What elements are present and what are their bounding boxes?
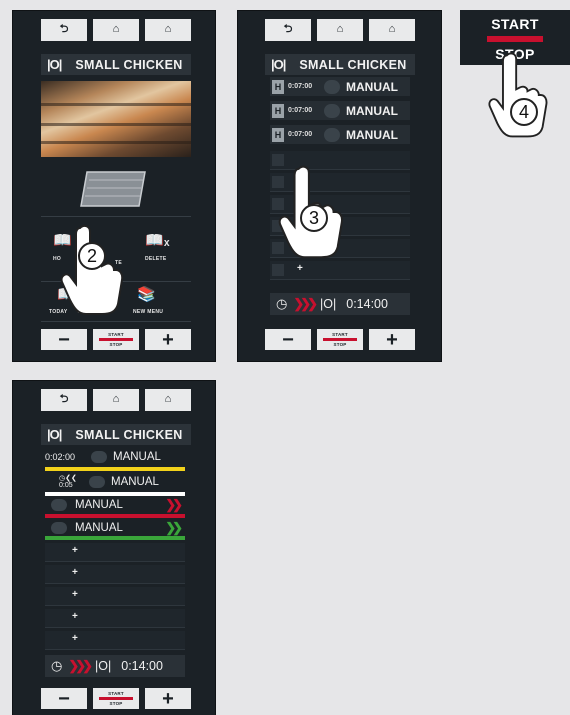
step-status-dot: [91, 450, 107, 463]
up-house-icon: ⌂: [164, 23, 172, 35]
home-button[interactable]: ⌂: [93, 389, 139, 411]
menu-delete[interactable]: 📖ₓ DELETE: [145, 233, 170, 262]
up-house-icon: ⌂: [388, 23, 396, 35]
recipe-title-bar[interactable]: |O| SMALL CHICKEN: [265, 54, 415, 75]
recipe-title-bar[interactable]: |O| SMALL CHICKEN: [41, 424, 191, 445]
step-status-dot: [324, 127, 340, 142]
home-button[interactable]: ⌂: [93, 19, 139, 41]
status-bar: ◷ ❯❯❯ |O| 0:14:00: [270, 293, 410, 315]
progress-line-green: [45, 536, 185, 540]
home-icon: ⌂: [112, 393, 120, 405]
up-house-icon: ⌂: [164, 393, 172, 405]
back-button[interactable]: ⮌: [265, 19, 311, 41]
clock-icon: ◷: [51, 658, 63, 673]
step-status-dot: [51, 498, 67, 511]
start-stop-button[interactable]: START STOP: [93, 688, 139, 709]
step-type-icon: H: [272, 127, 284, 142]
empty-step-slot[interactable]: +: [45, 587, 185, 606]
status-bar: ◷ ❯❯❯ |O| 0:14:00: [45, 655, 185, 677]
step-row[interactable]: MANUAL ❯❯: [45, 518, 185, 537]
recipe-title: SMALL CHICKEN: [299, 57, 407, 72]
panel-running-program: ⮌ ⌂ ⌂ |O| SMALL CHICKEN 0:02:00 MANUAL ◷…: [12, 380, 216, 715]
step-row[interactable]: ◷❮❮ 0:05 MANUAL: [45, 472, 185, 491]
plus-button[interactable]: +: [145, 329, 191, 350]
step-row[interactable]: 0:02:00 MANUAL: [45, 447, 185, 466]
step-row[interactable]: H 0:07:00 MANUAL: [270, 77, 410, 96]
plate-cutlery-icon: |O|: [47, 57, 62, 72]
bottom-bar: − START STOP +: [13, 329, 215, 351]
books-icon: 📚: [137, 286, 156, 303]
empty-step-slot[interactable]: +: [45, 631, 185, 650]
home-icon: ⌂: [336, 23, 344, 35]
up-button[interactable]: ⌂: [369, 19, 415, 41]
up-button[interactable]: ⌂: [145, 389, 191, 411]
recipe-title: SMALL CHICKEN: [75, 427, 183, 442]
step-type-icon: H: [272, 79, 284, 94]
back-arrow-icon: ⮌: [59, 392, 69, 405]
step-status-dot: [89, 475, 105, 488]
bottom-bar: − START STOP +: [238, 329, 441, 351]
hand-pointer-icon: [488, 52, 548, 138]
bottom-bar: − START STOP +: [13, 688, 215, 710]
start-stop-button[interactable]: START STOP: [93, 329, 139, 350]
recipe-title: SMALL CHICKEN: [75, 57, 183, 72]
plate-cutlery-icon: |O|: [95, 659, 112, 673]
chevrons-icon: ❯❯❯: [293, 296, 318, 311]
step-status-dot: [51, 521, 67, 534]
top-nav-bar: ⮌ ⌂ ⌂: [13, 19, 215, 41]
hand-pointer-icon: [60, 224, 124, 315]
plus-button[interactable]: +: [145, 688, 191, 709]
top-nav-bar: ⮌ ⌂ ⌂: [238, 19, 441, 41]
step-type-icon: H: [272, 103, 284, 118]
plate-cutlery-icon: |O|: [271, 57, 286, 72]
callout-4: 4: [510, 98, 538, 126]
step-row[interactable]: MANUAL ❯❯: [45, 495, 185, 514]
empty-step-slot[interactable]: +: [45, 543, 185, 562]
progress-line-yellow: [45, 467, 185, 471]
oven-tray-icon: [80, 171, 146, 207]
empty-step-slot[interactable]: +: [45, 609, 185, 628]
step-status-dot: [324, 103, 340, 118]
minus-button[interactable]: −: [41, 688, 87, 709]
callout-2: 2: [78, 242, 106, 270]
recipe-title-bar[interactable]: |O| SMALL CHICKEN: [41, 54, 191, 75]
back-button[interactable]: ⮌: [41, 19, 87, 41]
minus-button[interactable]: −: [41, 329, 87, 350]
start-stop-button[interactable]: START STOP: [317, 329, 363, 350]
step-row[interactable]: H 0:07:00 MANUAL: [270, 125, 410, 144]
back-button[interactable]: ⮌: [41, 389, 87, 411]
callout-3: 3: [300, 204, 328, 232]
home-button[interactable]: ⌂: [317, 19, 363, 41]
plate-cutlery-icon: |O|: [320, 297, 337, 311]
minus-button[interactable]: −: [265, 329, 311, 350]
up-button[interactable]: ⌂: [145, 19, 191, 41]
top-nav-bar: ⮌ ⌂ ⌂: [13, 389, 215, 411]
empty-step-slot[interactable]: +: [270, 261, 410, 280]
book-delete-icon: 📖ₓ: [145, 232, 170, 249]
clock-icon: ◷: [276, 296, 288, 311]
chevrons-icon: ❯❯: [165, 496, 183, 512]
back-arrow-icon: ⮌: [283, 22, 293, 35]
chicken-photo: [41, 81, 191, 157]
empty-step-slot[interactable]: +: [45, 565, 185, 584]
plate-cutlery-icon: |O|: [47, 427, 62, 442]
plus-button[interactable]: +: [369, 329, 415, 350]
back-arrow-icon: ⮌: [59, 22, 69, 35]
menu-new[interactable]: 📚 NEW MENU: [133, 287, 163, 315]
step-status-dot: [324, 79, 340, 94]
home-icon: ⌂: [112, 23, 120, 35]
chevrons-icon: ❯❯: [165, 519, 183, 535]
step-row[interactable]: H 0:07:00 MANUAL: [270, 101, 410, 120]
chevrons-icon: ❯❯❯: [68, 658, 93, 673]
